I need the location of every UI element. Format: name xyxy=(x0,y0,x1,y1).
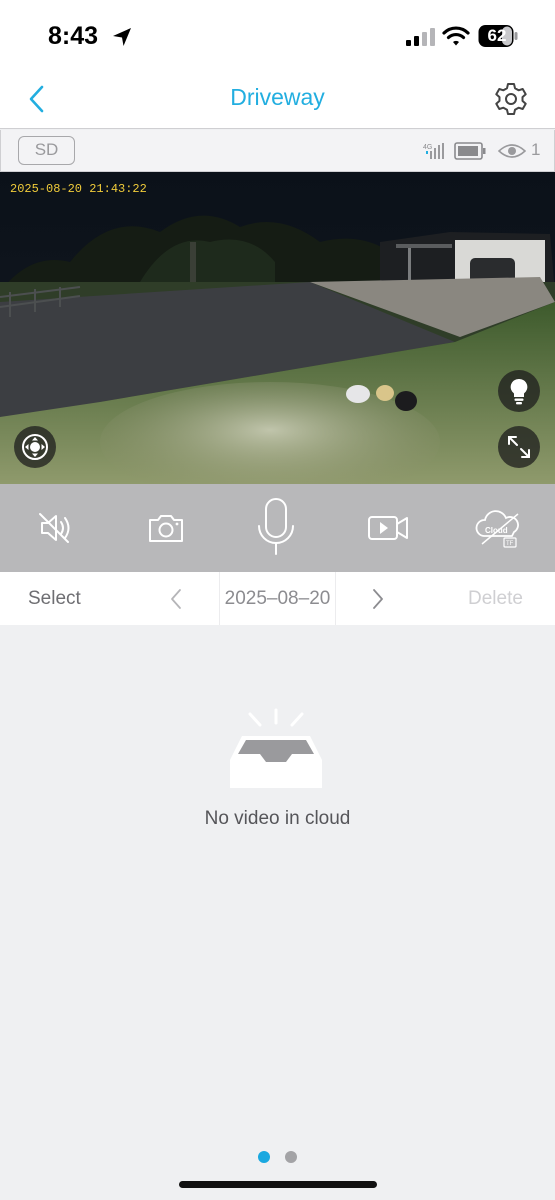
chevron-right-icon[interactable] xyxy=(370,587,386,611)
camera-status-bar: SD 4G 1 xyxy=(0,130,555,172)
live-video-feed[interactable]: 2025-08-20 21:43:22 xyxy=(0,172,555,484)
microphone-icon xyxy=(258,498,294,555)
ptz-joystick-icon xyxy=(22,434,48,460)
viewer-count: 1 xyxy=(531,140,541,159)
status-time: 8:43 xyxy=(48,22,99,50)
camera-scene-image xyxy=(0,172,555,484)
camera-snapshot-icon xyxy=(149,515,183,542)
date-picker[interactable]: 2025–08–20 xyxy=(219,572,336,625)
ptz-control-button[interactable] xyxy=(14,426,56,468)
page-title: Driveway xyxy=(230,84,325,110)
cellular-signal-icon xyxy=(406,28,435,46)
home-indicator[interactable] xyxy=(179,1181,377,1188)
sd-storage-badge[interactable]: SD xyxy=(18,136,75,165)
cloud-storage-button[interactable]: Cloud TF xyxy=(474,506,524,550)
battery-level: 62 xyxy=(487,26,507,45)
speaker-muted-icon xyxy=(39,513,70,543)
location-arrow-icon xyxy=(113,28,131,46)
network-label: 4G xyxy=(423,144,432,151)
fullscreen-button[interactable] xyxy=(498,426,540,468)
record-button[interactable] xyxy=(366,510,410,546)
video-timestamp: 2025-08-20 21:43:22 xyxy=(10,182,147,196)
page-indicator-2[interactable] xyxy=(285,1151,297,1163)
delete-button[interactable]: Delete xyxy=(468,588,523,610)
nav-bar: Driveway xyxy=(0,70,555,129)
eye-icon xyxy=(498,144,526,158)
push-to-talk-button[interactable] xyxy=(254,496,298,560)
snapshot-button[interactable] xyxy=(146,510,186,546)
empty-tray-icon xyxy=(230,708,322,788)
empty-state-message: No video in cloud xyxy=(204,808,351,829)
cloud-label: Cloud xyxy=(485,526,508,535)
select-button[interactable]: Select xyxy=(28,588,81,610)
status-bar: 8:43 62 xyxy=(0,0,555,70)
tf-label: TF xyxy=(506,541,514,547)
chevron-left-icon[interactable] xyxy=(168,587,184,611)
gear-icon[interactable] xyxy=(493,81,529,117)
video-record-icon xyxy=(368,516,408,540)
fullscreen-icon xyxy=(508,436,530,458)
camera-battery-icon xyxy=(454,142,486,160)
selected-date: 2025–08–20 xyxy=(224,588,331,609)
camera-control-bar: Cloud TF xyxy=(0,484,555,572)
playback-date-bar: Select 2025–08–20 Delete xyxy=(0,572,555,625)
cloud-tf-icon: Cloud TF xyxy=(475,510,519,548)
lightbulb-icon xyxy=(510,378,528,405)
floodlight-button[interactable] xyxy=(498,370,540,412)
page-indicator-1[interactable] xyxy=(258,1151,270,1163)
cellular-4g-icon: 4G xyxy=(423,143,444,159)
wifi-icon xyxy=(442,26,470,46)
mute-button[interactable] xyxy=(36,510,76,546)
